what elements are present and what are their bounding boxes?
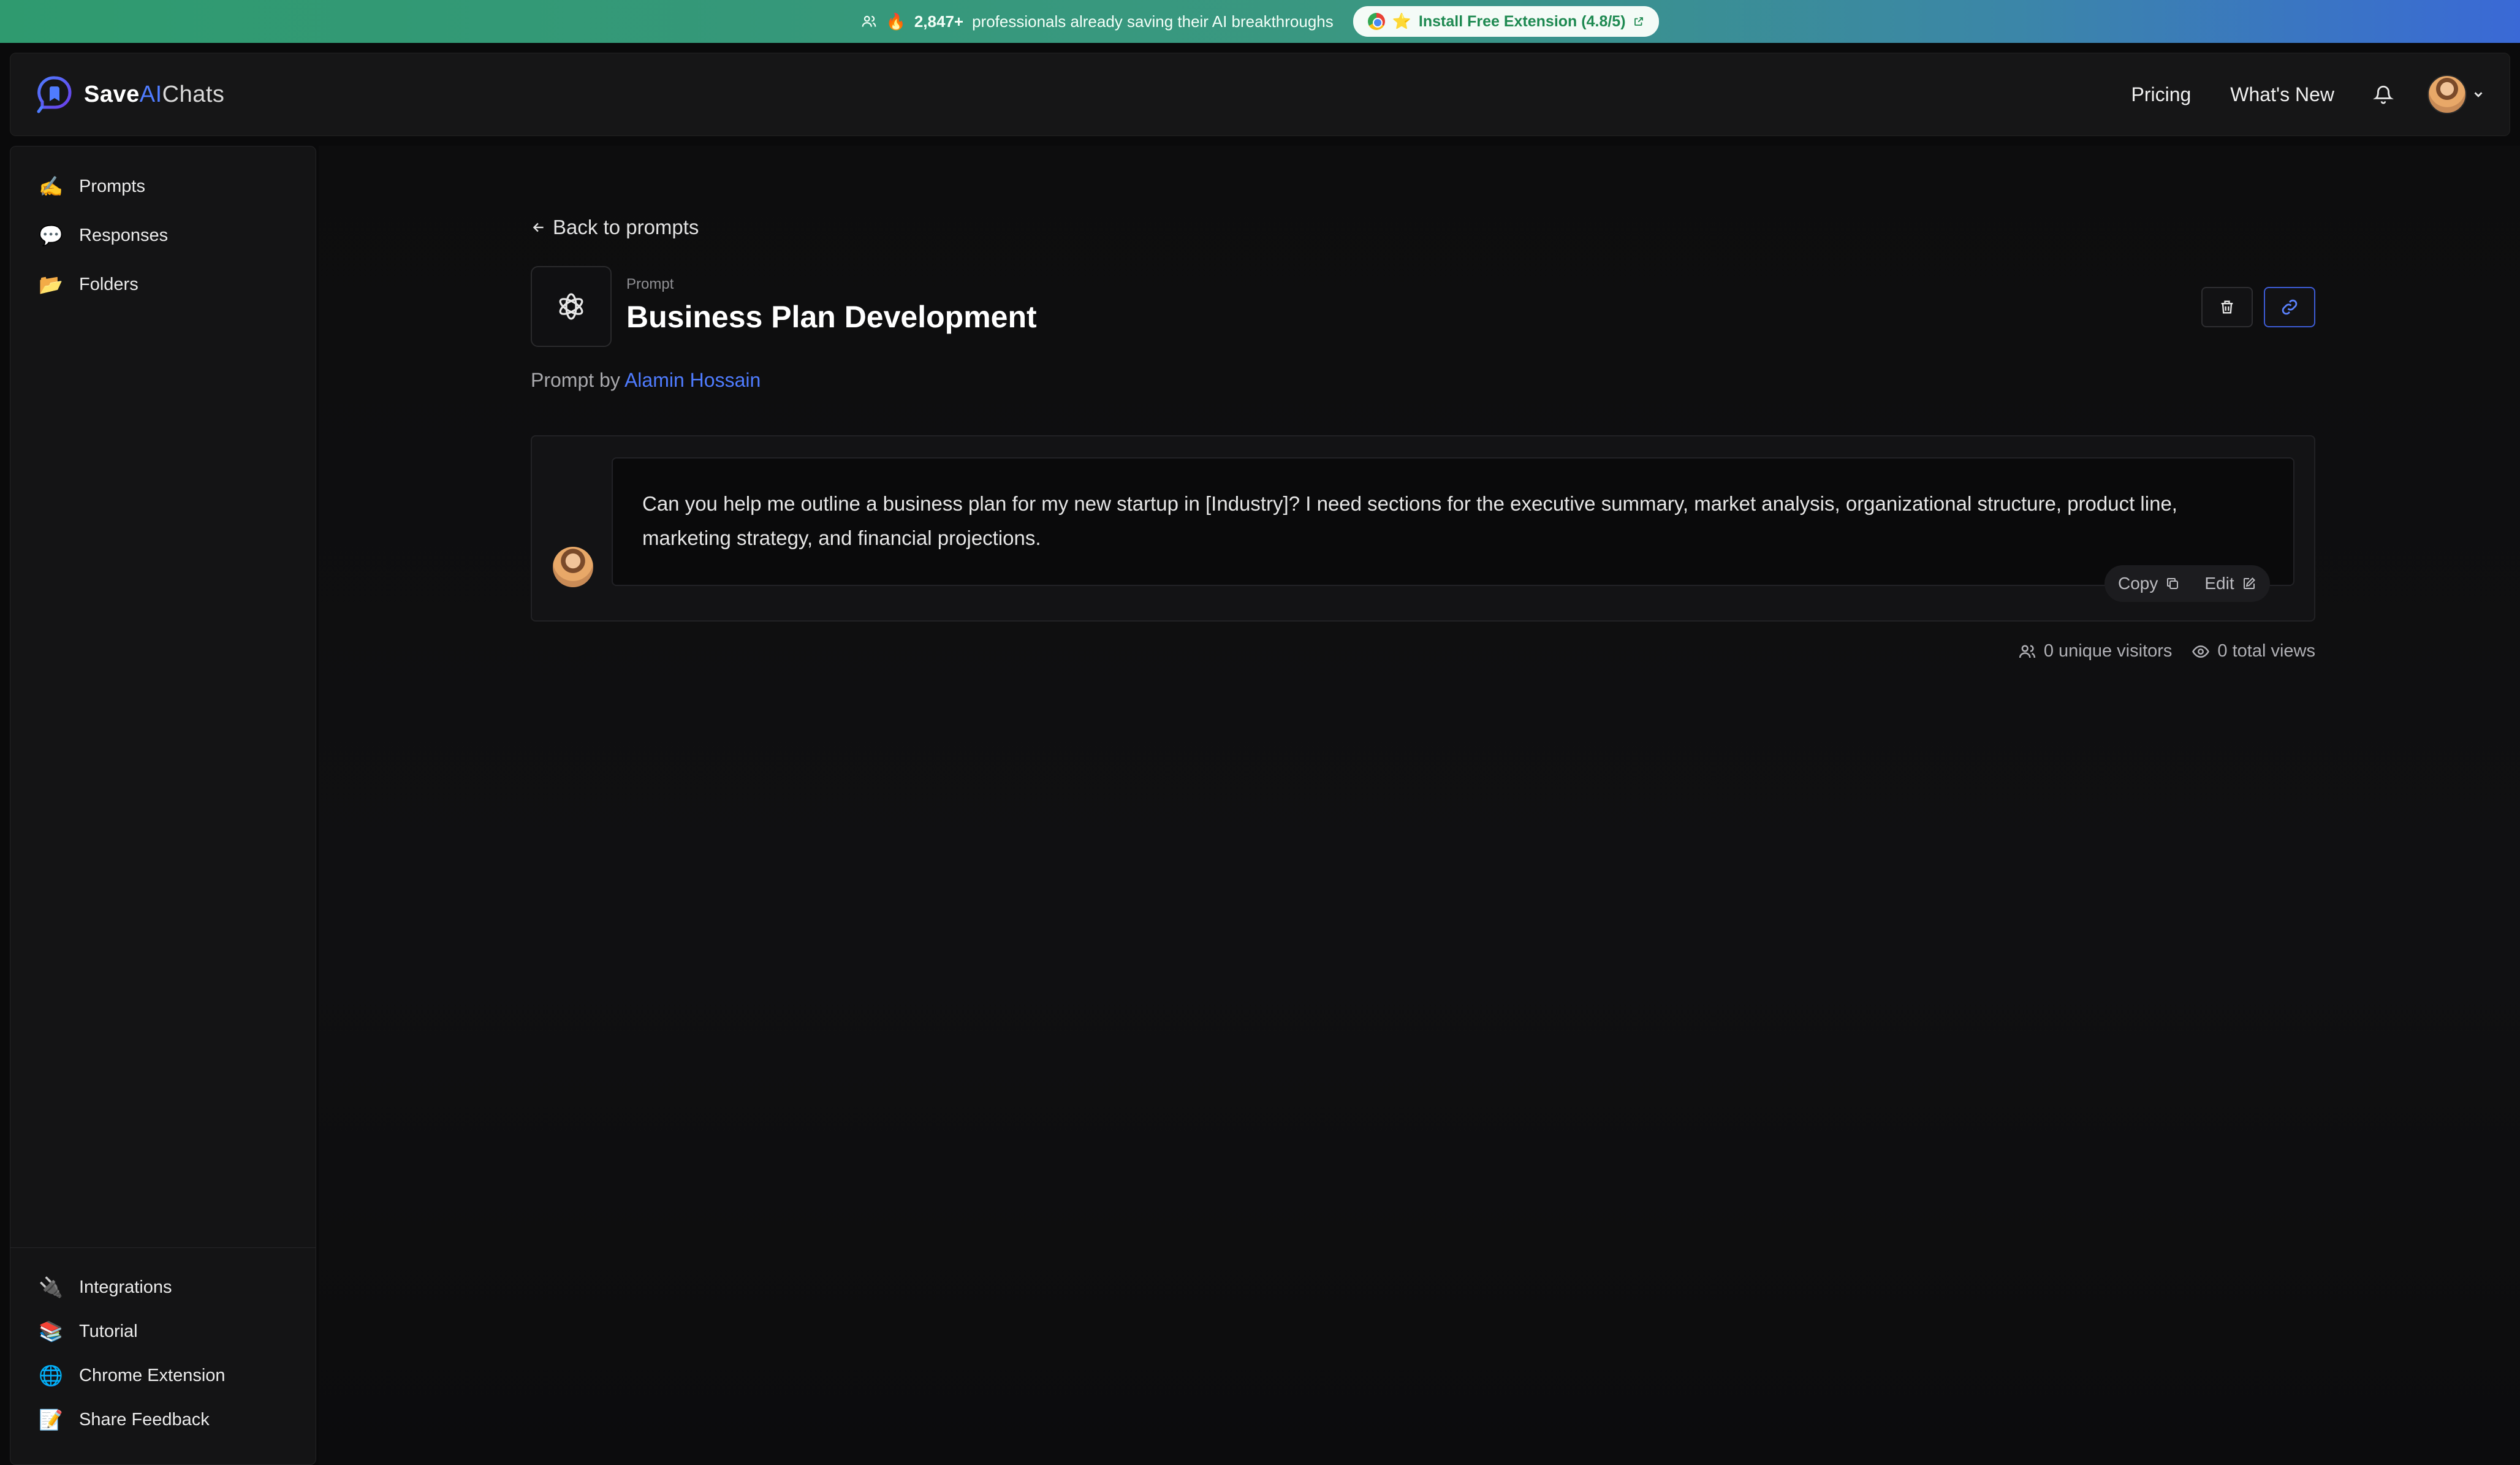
nav-whats-new[interactable]: What's New [2230, 83, 2334, 106]
back-to-prompts-link[interactable]: Back to prompts [531, 216, 699, 239]
link-icon [2282, 299, 2298, 315]
sidebar-item-label: Responses [79, 225, 169, 245]
folder-icon: 📂 [39, 273, 63, 295]
sidebar-item-label: Prompts [79, 176, 145, 196]
logo-wordmark: SaveAIChats [84, 82, 224, 108]
main-content [319, 146, 2520, 1465]
speech-bubble-icon: 💬 [39, 224, 63, 246]
arrow-left-icon [533, 223, 544, 232]
prompt-message: Can you help me outline a business plan … [612, 457, 2294, 586]
copy-link-button[interactable] [2264, 287, 2315, 327]
avatar [2427, 75, 2467, 114]
books-icon: 📚 [39, 1320, 63, 1342]
sidebar-item-chrome-extension[interactable]: 🌐 Chrome Extension [39, 1364, 226, 1387]
logo-ai: AI [139, 81, 162, 107]
sidebar-item-label: Integrations [79, 1277, 172, 1297]
sidebar-item-share-feedback[interactable]: 📝 Share Feedback [39, 1408, 210, 1431]
trash-icon [2221, 300, 2233, 314]
promo-text: professionals already saving their AI br… [972, 12, 1334, 31]
copy-button[interactable]: Copy [2118, 574, 2180, 593]
bell-icon [2373, 85, 2394, 104]
sidebar-divider [10, 1247, 316, 1248]
chevron-down-icon [2474, 92, 2483, 97]
install-extension-button[interactable]: ⭐ Install Free Extension (4.8/5) [1353, 6, 1659, 37]
sidebar-item-label: Share Feedback [79, 1409, 210, 1429]
byline-prefix: Prompt by [531, 369, 620, 391]
install-extension-label: Install Free Extension (4.8/5) [1418, 12, 1626, 30]
prompt-kicker: Prompt [626, 276, 674, 292]
sidebar-item-label: Chrome Extension [79, 1365, 226, 1385]
copy-icon [2167, 578, 2179, 589]
edit-button[interactable]: Edit [2204, 574, 2256, 593]
plug-icon: 🔌 [39, 1276, 63, 1298]
sidebar-item-label: Folders [79, 274, 139, 294]
total-views-stat: 0 total views [2192, 641, 2315, 661]
sidebar-item-responses[interactable]: 💬 Responses [39, 224, 168, 247]
sidebar: ✍️ Prompts 💬 Responses 📂 Folders 🔌 Integ… [10, 146, 316, 1465]
user-menu-button[interactable] [2427, 75, 2485, 114]
writing-hand-icon: ✍️ [39, 175, 63, 197]
external-link-icon [1634, 17, 1643, 26]
logo-chats: Chats [162, 81, 225, 107]
notifications-button[interactable] [2371, 82, 2396, 107]
unique-visitors-text: 0 unique visitors [2043, 641, 2173, 661]
memo-icon: 📝 [39, 1409, 63, 1431]
logo-save: Save [84, 81, 140, 107]
unique-visitors-stat: 0 unique visitors [2018, 641, 2173, 661]
sidebar-item-label: Tutorial [79, 1321, 138, 1341]
prompt-card: Can you help me outline a business plan … [531, 435, 2315, 622]
sidebar-item-integrations[interactable]: 🔌 Integrations [39, 1276, 172, 1299]
view-stats: 0 unique visitors 0 total views [2018, 641, 2315, 661]
back-label: Back to prompts [553, 216, 699, 238]
top-header: SaveAIChats Pricing What's New [10, 53, 2510, 136]
chrome-icon [1367, 13, 1385, 30]
page-title: Business Plan Development [626, 300, 1037, 334]
author-link[interactable]: Alamin Hossain [624, 369, 761, 391]
sidebar-item-tutorial[interactable]: 📚 Tutorial [39, 1320, 138, 1343]
copy-label: Copy [2118, 574, 2158, 593]
delete-button[interactable] [2201, 287, 2253, 327]
byline: Prompt by Alamin Hossain [531, 369, 761, 392]
users-icon [862, 15, 876, 27]
total-views-text: 0 total views [2217, 641, 2315, 661]
sidebar-item-folders[interactable]: 📂 Folders [39, 273, 139, 296]
promo-banner: 🔥 2,847+ professionals already saving th… [0, 0, 2520, 43]
users-icon [2019, 644, 2035, 658]
chatgpt-logo-tile [531, 266, 612, 347]
globe-icon: 🌐 [39, 1364, 63, 1387]
message-actions: Copy Edit [2104, 565, 2270, 602]
promo-message: 🔥 2,847+ professionals already saving th… [861, 12, 1334, 31]
eye-icon [2192, 645, 2210, 658]
logo-mark-icon [37, 76, 72, 113]
logo[interactable]: SaveAIChats [35, 74, 224, 115]
openai-icon [559, 293, 583, 320]
prompt-text: Can you help me outline a business plan … [642, 492, 2177, 549]
star-emoji: ⭐ [1392, 12, 1411, 30]
edit-label: Edit [2204, 574, 2234, 593]
avatar [553, 547, 593, 587]
professional-count: 2,847+ [914, 12, 964, 31]
sidebar-item-prompts[interactable]: ✍️ Prompts [39, 175, 145, 198]
fire-emoji: 🔥 [886, 12, 906, 31]
nav-pricing[interactable]: Pricing [2131, 83, 2191, 106]
edit-icon [2243, 577, 2255, 589]
